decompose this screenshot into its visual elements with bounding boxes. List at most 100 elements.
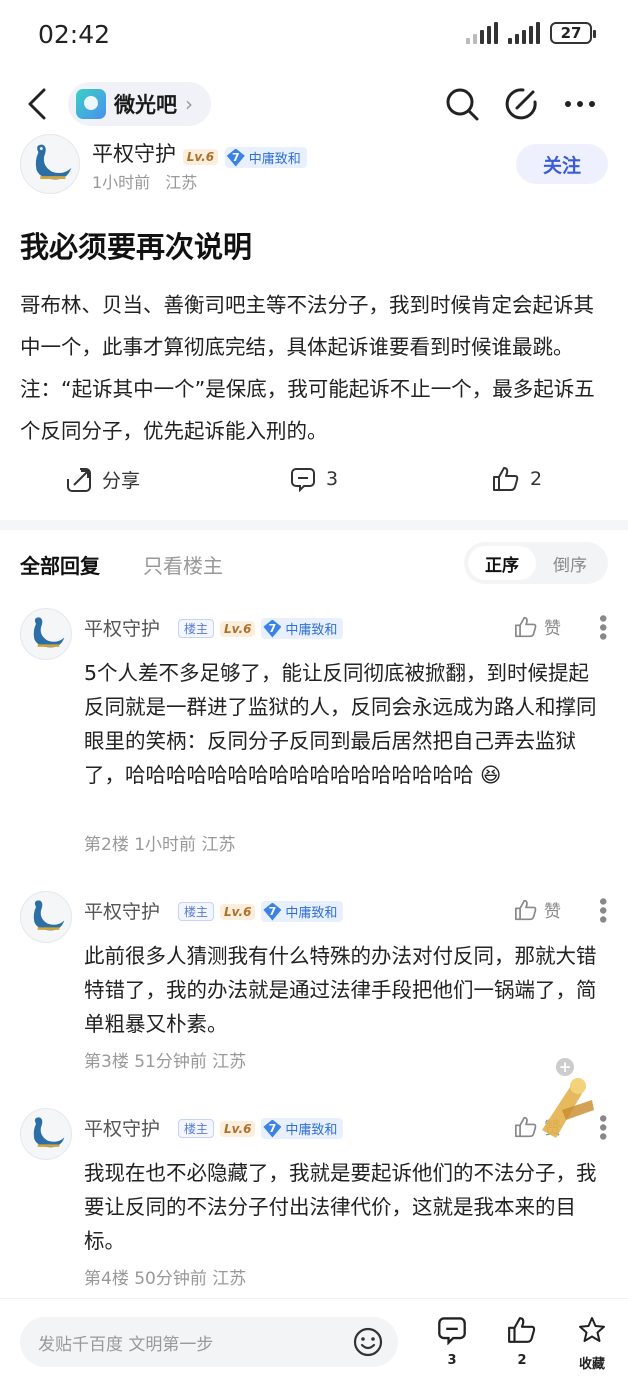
author-name[interactable]: 平权守护 [92,142,176,166]
post-location: 江苏 [165,173,198,192]
comment-like-button[interactable]: 赞 [514,897,561,922]
level-badge: Lv.6 [182,149,219,165]
level-badge: Lv.6 [220,1120,256,1137]
back-arrow-icon[interactable] [20,84,56,124]
tag-badge: 7 中庸致和 [261,618,344,639]
more-icon[interactable]: ••• [589,895,614,922]
avatar[interactable] [20,891,72,943]
comment-author[interactable]: 平权守护 [84,897,160,924]
thumbs-up-icon [515,899,537,920]
more-icon[interactable]: ••• [589,612,614,639]
post-time: 1小时前 [92,173,151,192]
comment-time: 51分钟前 [134,1052,207,1072]
forum-link[interactable]: 微光吧 › [68,82,211,126]
reply-tabs: 全部回复 只看楼主 正序 倒序 [0,538,628,588]
comment-like-button[interactable]: 赞 [514,614,561,639]
tab-all-replies[interactable]: 全部回复 [20,550,100,579]
battery-icon: 27 [550,22,596,44]
status-bar: 02:42 27 [0,0,628,72]
post-actions: 分享 3 2 [0,462,628,506]
post-author-block: 平权守护 Lv.6 7 中庸致和 [92,138,307,168]
host-badge: 楼主 [178,902,215,921]
like-button[interactable]: 2 [492,466,542,492]
comment-badges: 楼主 Lv.6 7 中庸致和 [178,618,344,639]
bottom-like-count: 2 [517,1353,527,1368]
signal-icon [508,22,540,44]
comment-item: 平权守护 楼主 Lv.6 7 中庸致和 赞 ••• 此前很多人猜测我有什么特殊的… [0,891,628,1081]
peacock-icon [35,144,72,180]
tag-name: 中庸致和 [285,1123,338,1138]
comment-body: 我现在也不必隐藏了，我就是要起诉他们的不法分子，我要让反同的不法分子付出法律代价… [84,1161,597,1253]
floor-number: 第4楼 [84,1269,129,1289]
comment-meta: 第3楼 51分钟前 江苏 [84,1047,246,1072]
emoji-icon[interactable] [352,1326,384,1358]
comment-text: 5个人差不多足够了，能让反同彻底被掀翻，到时候提起反同就是一群进了监狱的人，反同… [84,661,597,787]
thumbs-up-icon [508,1317,536,1343]
like-count: 2 [530,468,543,490]
comment-icon [438,1317,466,1345]
section-divider [0,520,628,530]
comment-author[interactable]: 平权守护 [84,1114,160,1141]
comment-location: 江苏 [212,1052,247,1072]
comment-badges: 楼主 Lv.6 7 中庸致和 [178,1118,344,1139]
forum-name: 微光吧 [114,93,177,117]
floor-number: 第2楼 [84,835,129,855]
comment-badges: 楼主 Lv.6 7 中庸致和 [178,901,344,922]
search-icon[interactable] [444,86,480,122]
comment-body: 5个人差不多足够了，能让反同彻底被掀翻，到时候提起反同就是一群进了监狱的人，反同… [84,656,608,792]
comment-time: 1小时前 [134,835,197,855]
floating-pendant-icon[interactable] [532,1070,602,1146]
share-icon [67,467,91,492]
tag-name: 中庸致和 [285,906,338,921]
sort-descending[interactable]: 倒序 [536,546,604,580]
peacock-icon [33,617,65,648]
comment-item: 平权守护 楼主 Lv.6 7 中庸致和 赞 ••• 5个人差不多足够了，能让反同… [0,608,628,864]
share-label: 分享 [102,470,141,492]
share-button[interactable]: 分享 [66,466,140,493]
comment-location: 江苏 [212,1269,247,1289]
favorite-label: 收藏 [578,1357,605,1372]
tag-badge: 7 中庸致和 [224,147,307,168]
comment-icon [291,468,315,492]
comment-meta: 第4楼 50分钟前 江苏 [84,1264,246,1289]
tag-level: 7 [263,902,282,921]
like-label: 赞 [544,902,561,922]
more-icon[interactable] [562,86,598,122]
follow-button[interactable]: 关注 [516,144,608,184]
favorite-button[interactable]: 收藏 [567,1309,617,1375]
post-meta: 1小时前 江苏 [92,169,197,193]
comment-meta: 第2楼 1小时前 江苏 [84,830,235,855]
chevron-right-icon: › [185,92,193,116]
tag-name: 中庸致和 [285,623,338,638]
bottom-comment-button[interactable]: 3 [427,1309,477,1375]
floor-number: 第3楼 [84,1052,129,1072]
avatar[interactable] [20,608,72,660]
comment-author[interactable]: 平权守护 [84,614,160,641]
thumbs-up-icon [515,616,537,637]
tag-name: 中庸致和 [248,152,301,167]
comment-body: 此前很多人猜测我有什么特殊的办法对付反同，那就大错特错了，我的办法就是通过法律手… [84,944,597,1036]
post-title: 我必须要再次说明 [20,230,253,264]
tab-host-only[interactable]: 只看楼主 [143,550,223,579]
nav-bar: 微光吧 › [0,72,628,138]
level-badge: Lv.6 [220,903,256,920]
avatar[interactable] [20,134,80,194]
edit-icon[interactable] [503,86,539,122]
sort-toggle: 正序 倒序 [464,542,608,584]
sort-ascending[interactable]: 正序 [468,546,536,580]
peacock-icon [33,900,65,931]
tag-level: 7 [263,619,282,638]
status-icons: 27 [466,22,596,44]
comment-button[interactable]: 3 [290,466,338,492]
bottom-comment-count: 3 [447,1353,457,1368]
reply-input[interactable]: 发贴千百度 文明第一步 [20,1317,398,1367]
bottom-like-button[interactable]: 2 [497,1309,547,1375]
comment-location: 江苏 [201,835,236,855]
bottom-bar: 发贴千百度 文明第一步 3 2 收藏 [0,1298,628,1380]
laughing-emoji-icon: 😆 [480,763,502,787]
comment-time: 50分钟前 [134,1269,207,1289]
like-label: 赞 [544,619,561,639]
signal-icon [466,22,498,44]
avatar[interactable] [20,1108,72,1160]
host-badge: 楼主 [178,619,215,638]
